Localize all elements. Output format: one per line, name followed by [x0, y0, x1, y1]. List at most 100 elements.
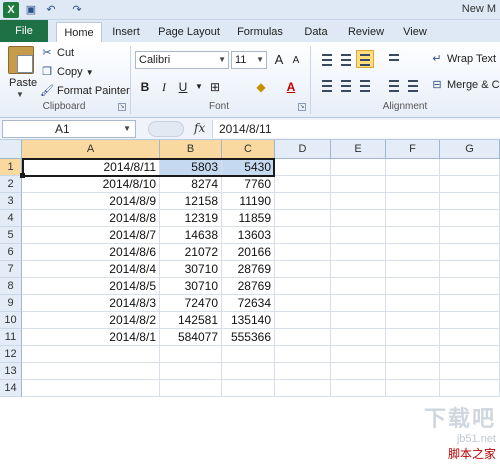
cell-c3[interactable]: 11190 [222, 193, 275, 210]
cell-e3[interactable] [331, 193, 386, 210]
cell-g5[interactable] [440, 227, 500, 244]
tab-insert[interactable]: Insert [104, 22, 148, 42]
cell-f11[interactable] [386, 329, 440, 346]
column-header-c[interactable]: C [222, 140, 275, 159]
cell-a12[interactable] [22, 346, 160, 363]
tab-review[interactable]: Review [344, 22, 388, 42]
cell-d1[interactable] [275, 159, 331, 176]
column-header-a[interactable]: A [22, 140, 160, 159]
cell-b5[interactable]: 14638 [160, 227, 222, 244]
cell-g6[interactable] [440, 244, 500, 261]
align-middle-icon[interactable] [337, 50, 355, 68]
cell-e11[interactable] [331, 329, 386, 346]
column-header-b[interactable]: B [160, 140, 222, 159]
cell-b10[interactable]: 142581 [160, 312, 222, 329]
row-header[interactable]: 6 [0, 244, 22, 261]
cell-e10[interactable] [331, 312, 386, 329]
paste-button-label[interactable]: Paste [9, 77, 37, 89]
increase-indent-icon[interactable] [404, 76, 422, 94]
cell-f6[interactable] [386, 244, 440, 261]
cell-a8[interactable]: 2014/8/5 [22, 278, 160, 295]
align-left-icon[interactable] [318, 76, 336, 94]
cell-b1[interactable]: 5803 [160, 159, 222, 176]
cell-f13[interactable] [386, 363, 440, 380]
row-header[interactable]: 2 [0, 176, 22, 193]
cell-d8[interactable] [275, 278, 331, 295]
cell-d14[interactable] [275, 380, 331, 397]
cell-e12[interactable] [331, 346, 386, 363]
cell-c7[interactable]: 28769 [222, 261, 275, 278]
shrink-font-button[interactable]: A [288, 52, 304, 70]
tab-page-layout[interactable]: Page Layout [156, 22, 222, 42]
cell-g9[interactable] [440, 295, 500, 312]
tab-home[interactable]: Home [56, 22, 102, 42]
cell-e13[interactable] [331, 363, 386, 380]
align-top-icon[interactable] [318, 50, 336, 68]
cell-g8[interactable] [440, 278, 500, 295]
cell-c2[interactable]: 7760 [222, 176, 275, 193]
cell-d7[interactable] [275, 261, 331, 278]
cell-f4[interactable] [386, 210, 440, 227]
cell-f3[interactable] [386, 193, 440, 210]
cell-g14[interactable] [440, 380, 500, 397]
cell-e14[interactable] [331, 380, 386, 397]
row-header[interactable]: 8 [0, 278, 22, 295]
undo-icon[interactable]: ↶ [44, 3, 58, 17]
wrap-text-button[interactable]: ↵ Wrap Text [430, 51, 496, 67]
cell-c11[interactable]: 555366 [222, 329, 275, 346]
cell-f7[interactable] [386, 261, 440, 278]
tab-formulas[interactable]: Formulas [232, 22, 288, 42]
cell-e8[interactable] [331, 278, 386, 295]
align-center-icon[interactable] [337, 76, 355, 94]
formula-input[interactable]: 2014/8/11 [212, 120, 500, 138]
tab-view[interactable]: View [398, 22, 432, 42]
cell-f1[interactable] [386, 159, 440, 176]
cell-c10[interactable]: 135140 [222, 312, 275, 329]
cell-b14[interactable] [160, 380, 222, 397]
align-right-icon[interactable] [356, 76, 374, 94]
paste-dropdown-icon[interactable]: ▼ [16, 90, 24, 99]
cell-b11[interactable]: 584077 [160, 329, 222, 346]
row-header[interactable]: 1 [0, 159, 22, 176]
paste-icon[interactable] [8, 46, 34, 74]
italic-button[interactable]: I [156, 78, 172, 96]
cell-c8[interactable]: 28769 [222, 278, 275, 295]
cell-a1[interactable]: 2014/8/11 [22, 159, 160, 176]
cell-c12[interactable] [222, 346, 275, 363]
cell-g12[interactable] [440, 346, 500, 363]
cell-a13[interactable] [22, 363, 160, 380]
cell-c13[interactable] [222, 363, 275, 380]
grow-font-button[interactable]: A [271, 51, 287, 69]
cell-a14[interactable] [22, 380, 160, 397]
cell-g2[interactable] [440, 176, 500, 193]
cell-a2[interactable]: 2014/8/10 [22, 176, 160, 193]
column-header-d[interactable]: D [275, 140, 331, 159]
cell-a7[interactable]: 2014/8/4 [22, 261, 160, 278]
cell-g11[interactable] [440, 329, 500, 346]
underline-dropdown-icon[interactable]: ▼ [191, 78, 207, 96]
cell-a3[interactable]: 2014/8/9 [22, 193, 160, 210]
fill-color-icon[interactable]: ◆ [253, 78, 269, 96]
cell-b4[interactable]: 12319 [160, 210, 222, 227]
copy-dropdown-icon[interactable]: ▼ [86, 68, 94, 77]
cell-b6[interactable]: 21072 [160, 244, 222, 261]
cell-c9[interactable]: 72634 [222, 295, 275, 312]
cell-f9[interactable] [386, 295, 440, 312]
cell-g3[interactable] [440, 193, 500, 210]
cell-f12[interactable] [386, 346, 440, 363]
row-header[interactable]: 5 [0, 227, 22, 244]
font-color-icon[interactable]: A [283, 78, 299, 96]
cell-g7[interactable] [440, 261, 500, 278]
align-bottom-icon[interactable] [356, 50, 374, 68]
borders-icon[interactable]: ⊞ [207, 78, 223, 96]
cell-g13[interactable] [440, 363, 500, 380]
font-size-select[interactable]: 11 ▼ [231, 51, 267, 69]
cell-f8[interactable] [386, 278, 440, 295]
row-header[interactable]: 12 [0, 346, 22, 363]
cell-d3[interactable] [275, 193, 331, 210]
row-header[interactable]: 9 [0, 295, 22, 312]
cell-g4[interactable] [440, 210, 500, 227]
orientation-icon[interactable] [385, 50, 403, 68]
cell-a6[interactable]: 2014/8/6 [22, 244, 160, 261]
cell-c14[interactable] [222, 380, 275, 397]
